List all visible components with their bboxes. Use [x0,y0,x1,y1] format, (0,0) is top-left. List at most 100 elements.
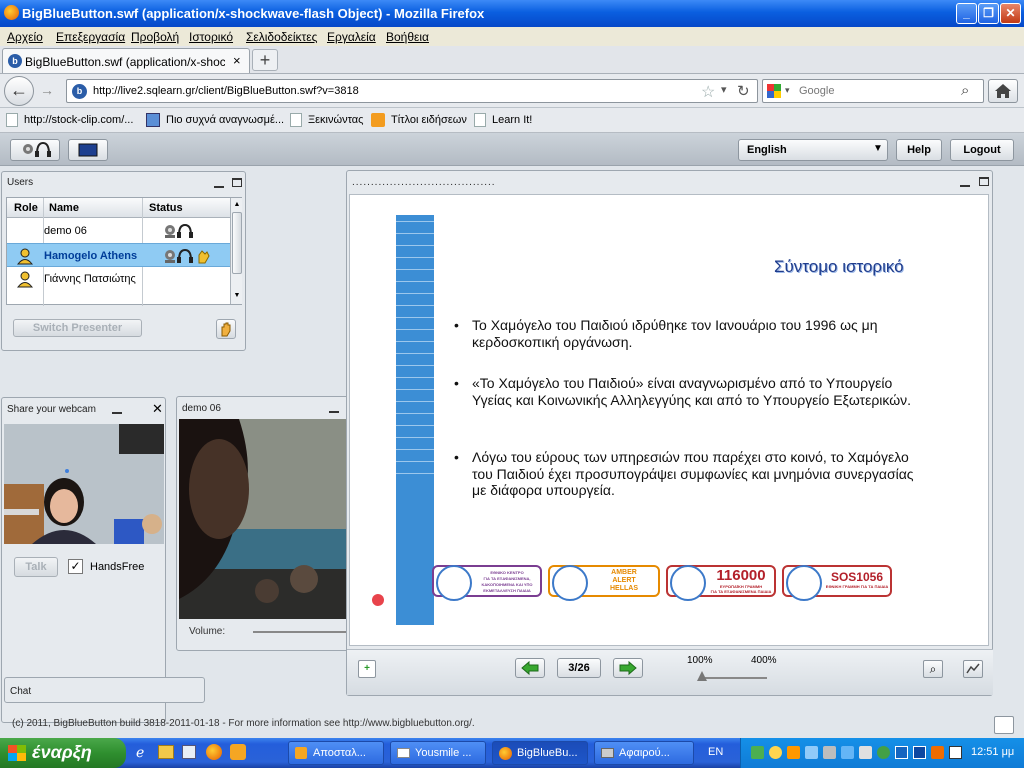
webcam-headset-button[interactable] [10,139,60,161]
minimize-icon[interactable] [960,185,970,187]
maximize-icon[interactable] [979,177,989,186]
tab-close-icon[interactable]: × [233,53,241,68]
scroll-up-icon[interactable]: ▲ [232,199,242,211]
menu-tools[interactable]: Εργαλεία [327,30,376,44]
language-indicator[interactable]: EN [708,746,723,758]
handsfree-checkbox[interactable]: ✓ [68,559,83,574]
page-indicator[interactable]: 3/26 [557,658,601,678]
tab-bigbluebutton[interactable]: b BigBlueButton.swf (application/x-shock… [2,48,250,73]
firefox-icon[interactable] [206,744,222,760]
tray-icon[interactable] [895,746,908,759]
users-table-header: Role Name Status [7,198,230,218]
outlook-icon[interactable] [182,745,196,759]
close-window-button[interactable]: ✕ [1000,3,1021,24]
taskbar-item[interactable]: Αποσταλ... [288,741,384,765]
mail-icon [397,748,410,758]
forward-button[interactable]: → [36,82,58,102]
bookmark-most-visited[interactable]: Πιο συχνά αναγνωσμέ... [166,114,284,126]
firefox-icon [499,747,512,760]
logout-button[interactable]: Logout [950,139,1014,161]
tab-title: BigBlueButton.swf (application/x-shockwa… [25,55,225,69]
restore-window-button[interactable]: ❐ [978,3,999,24]
talk-button[interactable]: Talk [14,557,58,577]
taskbar-item-label: Αφαιρού... [619,747,670,759]
home-button[interactable] [988,79,1018,103]
bookmark-getting-started[interactable]: Ξεκινώντας [308,114,363,126]
tray-icon[interactable] [841,746,854,759]
search-icon[interactable]: ⌕ [961,82,969,99]
bookmark-stock-clip[interactable]: http://stock-clip.com/... [24,114,133,126]
tray-icon[interactable] [913,746,926,759]
scroll-down-icon[interactable]: ▼ [232,290,242,302]
tray-icon[interactable] [769,746,782,759]
maximize-icon[interactable] [232,178,242,187]
tray-icon[interactable] [931,746,944,759]
search-engine-dropdown-icon[interactable]: ▾ [785,85,790,96]
presentation-title: ...................................... [352,177,496,188]
new-tab-button[interactable]: + [252,49,278,71]
tray-icon[interactable] [949,746,962,759]
menu-view[interactable]: Προβολή [131,30,179,44]
zoom-slider-track[interactable] [701,677,767,679]
volume-slider[interactable] [253,631,347,633]
app-icon[interactable] [230,744,246,760]
back-button[interactable]: ← [4,76,34,106]
page-icon [474,113,486,127]
fit-to-page-button[interactable]: ⌕ [923,660,943,678]
minimize-window-button[interactable]: _ [956,3,977,24]
national-center-logo: ΕΘΝΙΚΟ ΚΕΝΤΡΟ ΓΙΑ ΤΑ ΕΞΑΦΑΝΙΣΜΕΝΑ, ΚΑΚΟΠΟ… [432,565,542,601]
tray-icon[interactable] [877,746,890,759]
column-role[interactable]: Role [14,202,38,214]
bookmark-star-icon[interactable]: ☆ [701,82,715,102]
menu-help[interactable]: Βοήθεια [386,30,429,44]
menu-history[interactable]: Ιστορικό [189,30,233,44]
scrollbar-thumb[interactable] [232,212,242,274]
bookmark-learn-it[interactable]: Learn It! [492,114,532,126]
user-row-selected[interactable]: Hamogelo Athens [7,243,230,267]
moderator-user-icon [16,271,34,288]
previous-slide-button[interactable] [515,658,545,678]
chat-panel[interactable]: Chat [4,677,205,703]
tray-icon[interactable] [805,746,818,759]
menu-bookmarks[interactable]: Σελιδοδείκτες [246,30,317,44]
dropdown-arrow-icon[interactable]: ▾ [721,83,727,96]
taskbar-item[interactable]: Αφαιρού... [594,741,694,765]
language-select[interactable]: English ▼ [738,139,888,161]
taskbar-item-active[interactable]: BigBlueBu... [492,741,588,765]
zoom-slider-thumb[interactable] [697,671,707,681]
raise-hand-button[interactable] [216,319,236,339]
internet-explorer-icon[interactable]: ℯ [136,744,144,761]
bookmark-news-headlines[interactable]: Τίτλοι ειδήσεων [391,114,467,126]
start-button[interactable]: έναρξη [0,738,126,768]
help-button[interactable]: Help [896,139,942,161]
whiteboard-toggle-button[interactable] [963,660,983,678]
tray-icon[interactable] [787,746,800,759]
desktop-share-button[interactable] [68,139,108,161]
upload-presentation-icon[interactable]: + [358,660,376,678]
fullscreen-icon[interactable] [994,716,1014,734]
minimize-icon[interactable] [329,411,339,413]
folder-icon[interactable] [158,745,174,759]
minimize-icon[interactable] [214,186,224,188]
next-slide-button[interactable] [613,658,643,678]
site-identity-icon[interactable]: b [72,84,87,99]
users-scrollbar[interactable]: ▲ ▼ [230,198,242,304]
column-name[interactable]: Name [49,202,79,214]
reload-icon[interactable]: ↻ [737,82,750,100]
switch-presenter-button[interactable]: Switch Presenter [13,319,142,337]
user-name: Γιάννης Πατσιώτης [44,273,136,285]
tray-icon[interactable] [859,746,872,759]
google-icon[interactable] [767,84,781,98]
close-icon[interactable]: ✕ [152,401,163,417]
user-row[interactable]: demo 06 [7,219,230,243]
taskbar-item[interactable]: Yousmile ... [390,741,486,765]
menu-edit[interactable]: Επεξεργασία [56,30,125,44]
tray-icon[interactable] [751,746,764,759]
menu-file[interactable]: Αρχείο [7,30,43,44]
column-status[interactable]: Status [149,202,183,214]
tray-icon[interactable] [823,746,836,759]
url-bar[interactable]: b http://live2.sqlearn.gr/client/BigBlue… [66,79,758,103]
search-bar[interactable]: ▾ Google ⌕ [762,79,984,103]
user-row[interactable]: Γιάννης Πατσιώτης [7,267,230,291]
minimize-icon[interactable] [112,412,122,414]
